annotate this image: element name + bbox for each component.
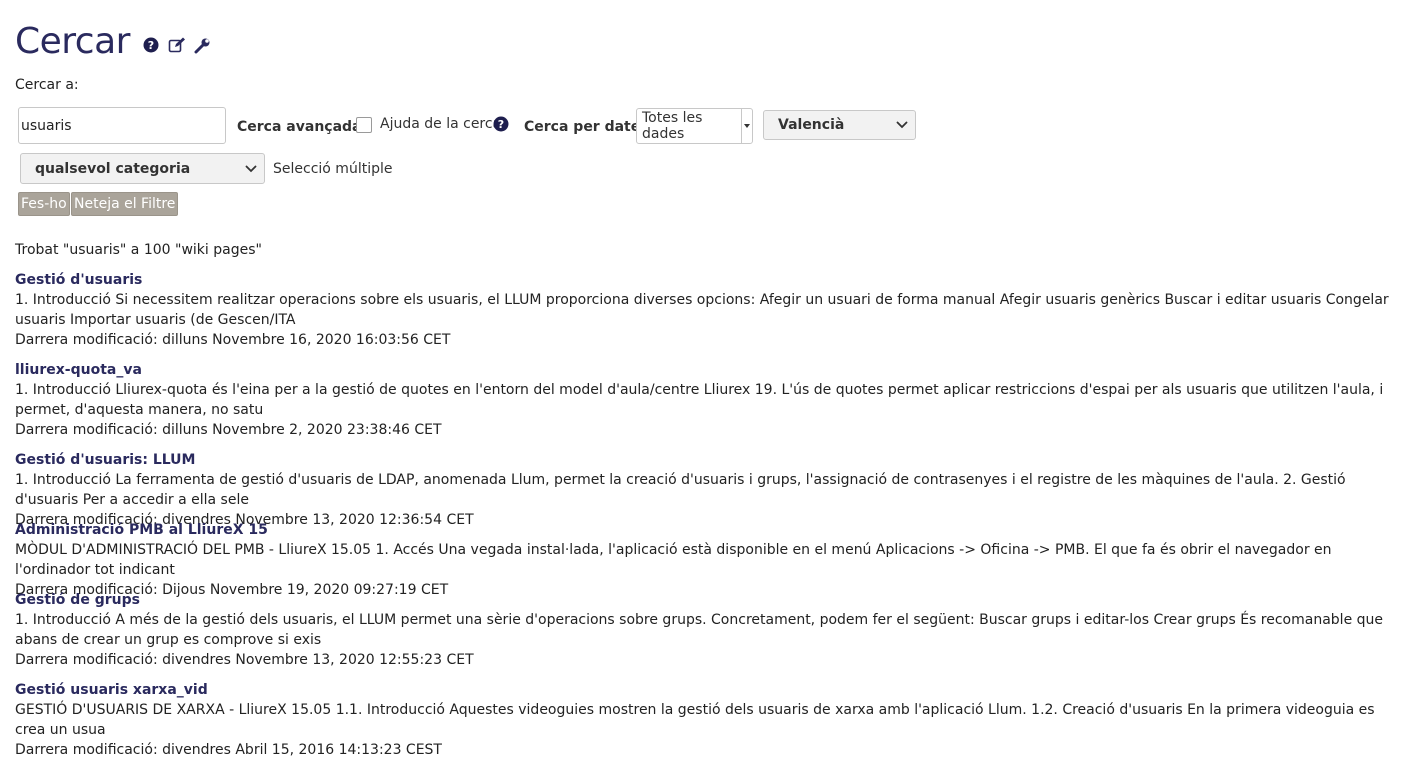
advanced-search-label: Cerca avançada: (237, 119, 368, 135)
search-help-link[interactable]: Ajuda de la cerca (380, 116, 501, 132)
result-title-link[interactable]: Administració PMB al LliureX 15 (15, 520, 1400, 540)
wrench-icon[interactable] (194, 36, 212, 54)
result-snippet: 1. Introducció Si necessitem realitzar o… (15, 292, 1389, 328)
category-select-value: qualsevol categoria (35, 160, 191, 177)
result-snippet: GESTIÓ D'USUARIS DE XARXA - LliureX 15.0… (15, 702, 1375, 738)
result-item: lliurex-quota_va 1. Introducció Lliurex-… (15, 360, 1400, 440)
clear-filter-button[interactable]: Neteja el Filtre (71, 192, 179, 216)
date-search-label: Cerca per dates: (524, 119, 655, 135)
result-item: Administració PMB al LliureX 15 MÒDUL D'… (15, 520, 1400, 600)
svg-text:?: ? (498, 118, 504, 131)
result-snippet: 1. Introducció La ferramenta de gestió d… (15, 472, 1346, 508)
date-select-value: Totes les dades (642, 110, 703, 142)
result-title-link[interactable]: lliurex-quota_va (15, 360, 1400, 380)
result-item: Gestió d'usuaris: LLUM 1. Introducció La… (15, 450, 1400, 530)
result-title-link[interactable]: Gestió d'usuaris (15, 270, 1400, 290)
result-item: Gestió usuaris xarxa_vid GESTIÓ D'USUARI… (15, 680, 1400, 760)
result-modified-date: Darrera modificació: divendres Novembre … (15, 652, 474, 668)
search-input[interactable] (18, 107, 226, 144)
dropdown-arrow-icon (741, 109, 752, 143)
result-item: Gestió d'usuaris 1. Introducció Si neces… (15, 270, 1400, 350)
question-circle-icon[interactable]: ? (493, 116, 509, 132)
chevron-down-icon (238, 165, 264, 173)
multi-select-link[interactable]: Selecció múltiple (273, 161, 392, 177)
help-circle-icon[interactable]: ? (142, 36, 160, 54)
language-select[interactable]: Valencià (763, 110, 916, 140)
svg-text:?: ? (148, 39, 154, 52)
result-modified-date: Darrera modificació: divendres Abril 15,… (15, 742, 442, 758)
result-modified-date: Darrera modificació: dilluns Novembre 16… (15, 332, 451, 348)
edit-icon[interactable] (168, 36, 186, 54)
advanced-search-checkbox[interactable] (356, 117, 372, 133)
page-title: Cercar (15, 21, 130, 62)
date-select[interactable]: Totes les dades (636, 108, 753, 144)
results-summary: Trobat "usuaris" a 100 "wiki pages" (15, 242, 262, 258)
result-title-link[interactable]: Gestió d'usuaris: LLUM (15, 450, 1400, 470)
submit-button[interactable]: Fes-ho (18, 192, 70, 216)
chevron-down-icon (889, 121, 915, 129)
title-row: Cercar ? (15, 18, 212, 66)
language-select-value: Valencià (778, 117, 845, 133)
search-in-label: Cercar a: (15, 77, 79, 93)
result-title-link[interactable]: Gestió usuaris xarxa_vid (15, 680, 1400, 700)
result-modified-date: Darrera modificació: dilluns Novembre 2,… (15, 422, 442, 438)
category-select[interactable]: qualsevol categoria (20, 153, 265, 184)
result-snippet: 1. Introducció A més de la gestió dels u… (15, 612, 1384, 648)
result-item: Gestió de grups 1. Introducció A més de … (15, 590, 1400, 670)
result-snippet: MÒDUL D'ADMINISTRACIÓ DEL PMB - LliureX … (15, 542, 1332, 578)
result-title-link[interactable]: Gestió de grups (15, 590, 1400, 610)
result-snippet: 1. Introducció Lliurex-quota és l'eina p… (15, 382, 1384, 418)
